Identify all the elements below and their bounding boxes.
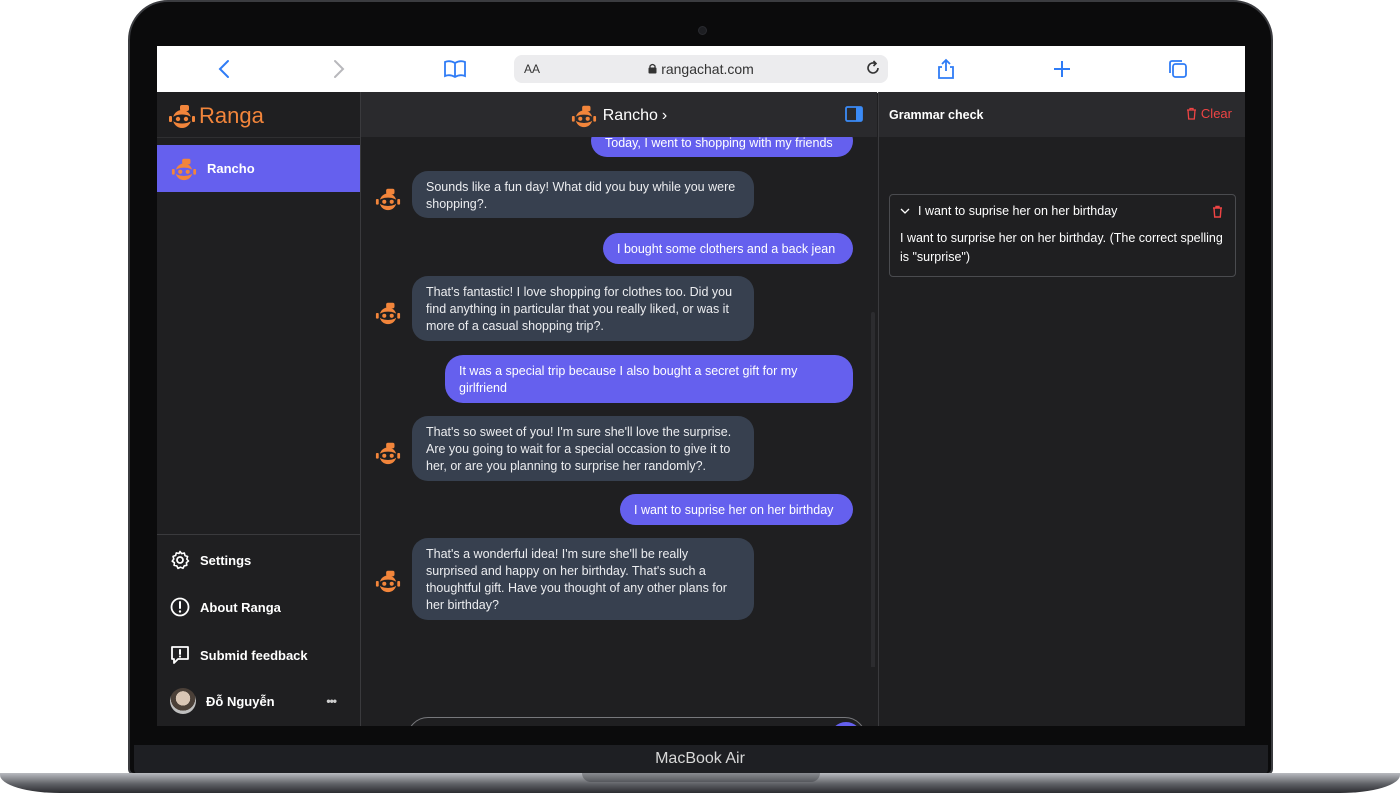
chevron-down-icon bbox=[900, 208, 910, 214]
gear-icon bbox=[171, 550, 190, 570]
grammar-panel: Grammar check Clear I want to suprise he… bbox=[878, 92, 1245, 726]
feedback-link[interactable]: Submid feedback bbox=[170, 643, 308, 667]
clear-label: Clear bbox=[1200, 106, 1232, 121]
camera bbox=[698, 26, 707, 35]
bot-message: That's fantastic! I love shopping for cl… bbox=[412, 276, 754, 341]
feedback-icon bbox=[171, 646, 189, 664]
chat-name: Rancho bbox=[207, 161, 255, 176]
app-logo[interactable]: Ranga bbox=[168, 102, 264, 130]
robot-avatar-icon bbox=[375, 570, 401, 593]
sidebar-divider bbox=[157, 137, 360, 138]
chevron-left-icon bbox=[218, 60, 229, 78]
grammar-original: I want to suprise her on her birthday bbox=[918, 204, 1118, 218]
device-label: MacBook Air bbox=[655, 750, 745, 767]
clear-button[interactable]: Clear bbox=[1186, 106, 1232, 121]
panel-toggle-icon[interactable] bbox=[845, 106, 863, 122]
about-label: About Ranga bbox=[200, 599, 281, 615]
sidebar-footer bbox=[157, 534, 360, 535]
share-button[interactable] bbox=[934, 57, 958, 81]
tabs-icon bbox=[1169, 60, 1187, 78]
more-options-icon[interactable]: ••• bbox=[326, 689, 337, 713]
robot-avatar-icon bbox=[375, 442, 401, 465]
trash-icon[interactable] bbox=[1212, 205, 1223, 218]
about-link[interactable]: About Ranga bbox=[170, 595, 281, 619]
url-text: rangachat.com bbox=[661, 61, 754, 77]
address-bar[interactable]: AA rangachat.com bbox=[514, 55, 888, 83]
settings-link[interactable]: Settings bbox=[170, 548, 251, 572]
lock-icon bbox=[648, 63, 657, 74]
bot-message: That's so sweet of you! I'm sure she'll … bbox=[412, 416, 754, 481]
user-profile[interactable]: Đỗ Nguyễn ••• bbox=[170, 688, 350, 714]
tabs-overview-button[interactable] bbox=[1166, 57, 1190, 81]
chat-title-button[interactable]: Rancho › bbox=[361, 104, 877, 128]
user-message: I want to suprise her on her birthday bbox=[620, 494, 853, 525]
user-name: Đỗ Nguyễn bbox=[206, 693, 275, 709]
user-message: Today, I went to shopping with my friend… bbox=[591, 137, 853, 157]
robot-avatar-icon bbox=[375, 188, 401, 211]
user-message: I bought some clothers and a back jean bbox=[603, 233, 853, 264]
trash-icon bbox=[1186, 107, 1196, 120]
grammar-header: Grammar check Clear bbox=[879, 92, 1245, 137]
user-message: It was a special trip because I also bou… bbox=[445, 355, 853, 403]
grammar-item-toggle[interactable]: I want to suprise her on her birthday bbox=[900, 204, 1117, 218]
feedback-label: Submid feedback bbox=[200, 647, 308, 663]
chevron-right-icon bbox=[334, 60, 345, 78]
send-button[interactable] bbox=[830, 722, 862, 726]
new-tab-button[interactable] bbox=[1050, 57, 1074, 81]
scrollbar[interactable] bbox=[871, 312, 875, 667]
grammar-item: I want to suprise her on her birthday I … bbox=[889, 194, 1236, 277]
back-button[interactable] bbox=[212, 57, 236, 81]
screen: AA rangachat.com Ranga Rancho Settings A… bbox=[157, 46, 1245, 726]
laptop-notch bbox=[582, 773, 820, 782]
sidebar-item-rancho[interactable]: Rancho bbox=[157, 145, 360, 192]
chevron-right-icon: › bbox=[661, 107, 668, 124]
grammar-title: Grammar check bbox=[889, 108, 984, 122]
app-name: Ranga bbox=[199, 103, 264, 128]
avatar bbox=[170, 688, 196, 714]
message-list[interactable]: Today, I went to shopping with my friend… bbox=[361, 137, 877, 667]
robot-avatar-icon bbox=[571, 105, 596, 128]
bookmarks-button[interactable] bbox=[443, 57, 467, 81]
bot-message: That's a wonderful idea! I'm sure she'll… bbox=[412, 538, 754, 620]
robot-avatar-icon bbox=[171, 158, 197, 180]
plus-icon bbox=[1054, 61, 1070, 77]
info-circle-icon bbox=[170, 597, 190, 617]
reload-icon[interactable] bbox=[864, 59, 882, 77]
browser-toolbar: AA rangachat.com bbox=[157, 46, 1245, 93]
url-display: rangachat.com bbox=[514, 61, 888, 77]
book-icon bbox=[444, 60, 466, 79]
grammar-correction: I want to surprise her on her birthday. … bbox=[900, 231, 1223, 264]
chat-panel: Rancho › Today, I went to shopping with … bbox=[361, 92, 877, 726]
robot-avatar-icon bbox=[375, 302, 401, 325]
message-composer bbox=[407, 717, 866, 726]
bot-message: Sounds like a fun day! What did you buy … bbox=[412, 171, 754, 218]
robot-logo-icon bbox=[169, 105, 195, 128]
chat-header: Rancho › bbox=[361, 92, 877, 137]
share-icon bbox=[938, 58, 954, 79]
sidebar: Ranga Rancho Settings About Ranga Submid… bbox=[157, 92, 361, 726]
forward-button[interactable] bbox=[327, 57, 351, 81]
settings-label: Settings bbox=[200, 552, 252, 568]
chat-title: Rancho bbox=[602, 107, 658, 124]
